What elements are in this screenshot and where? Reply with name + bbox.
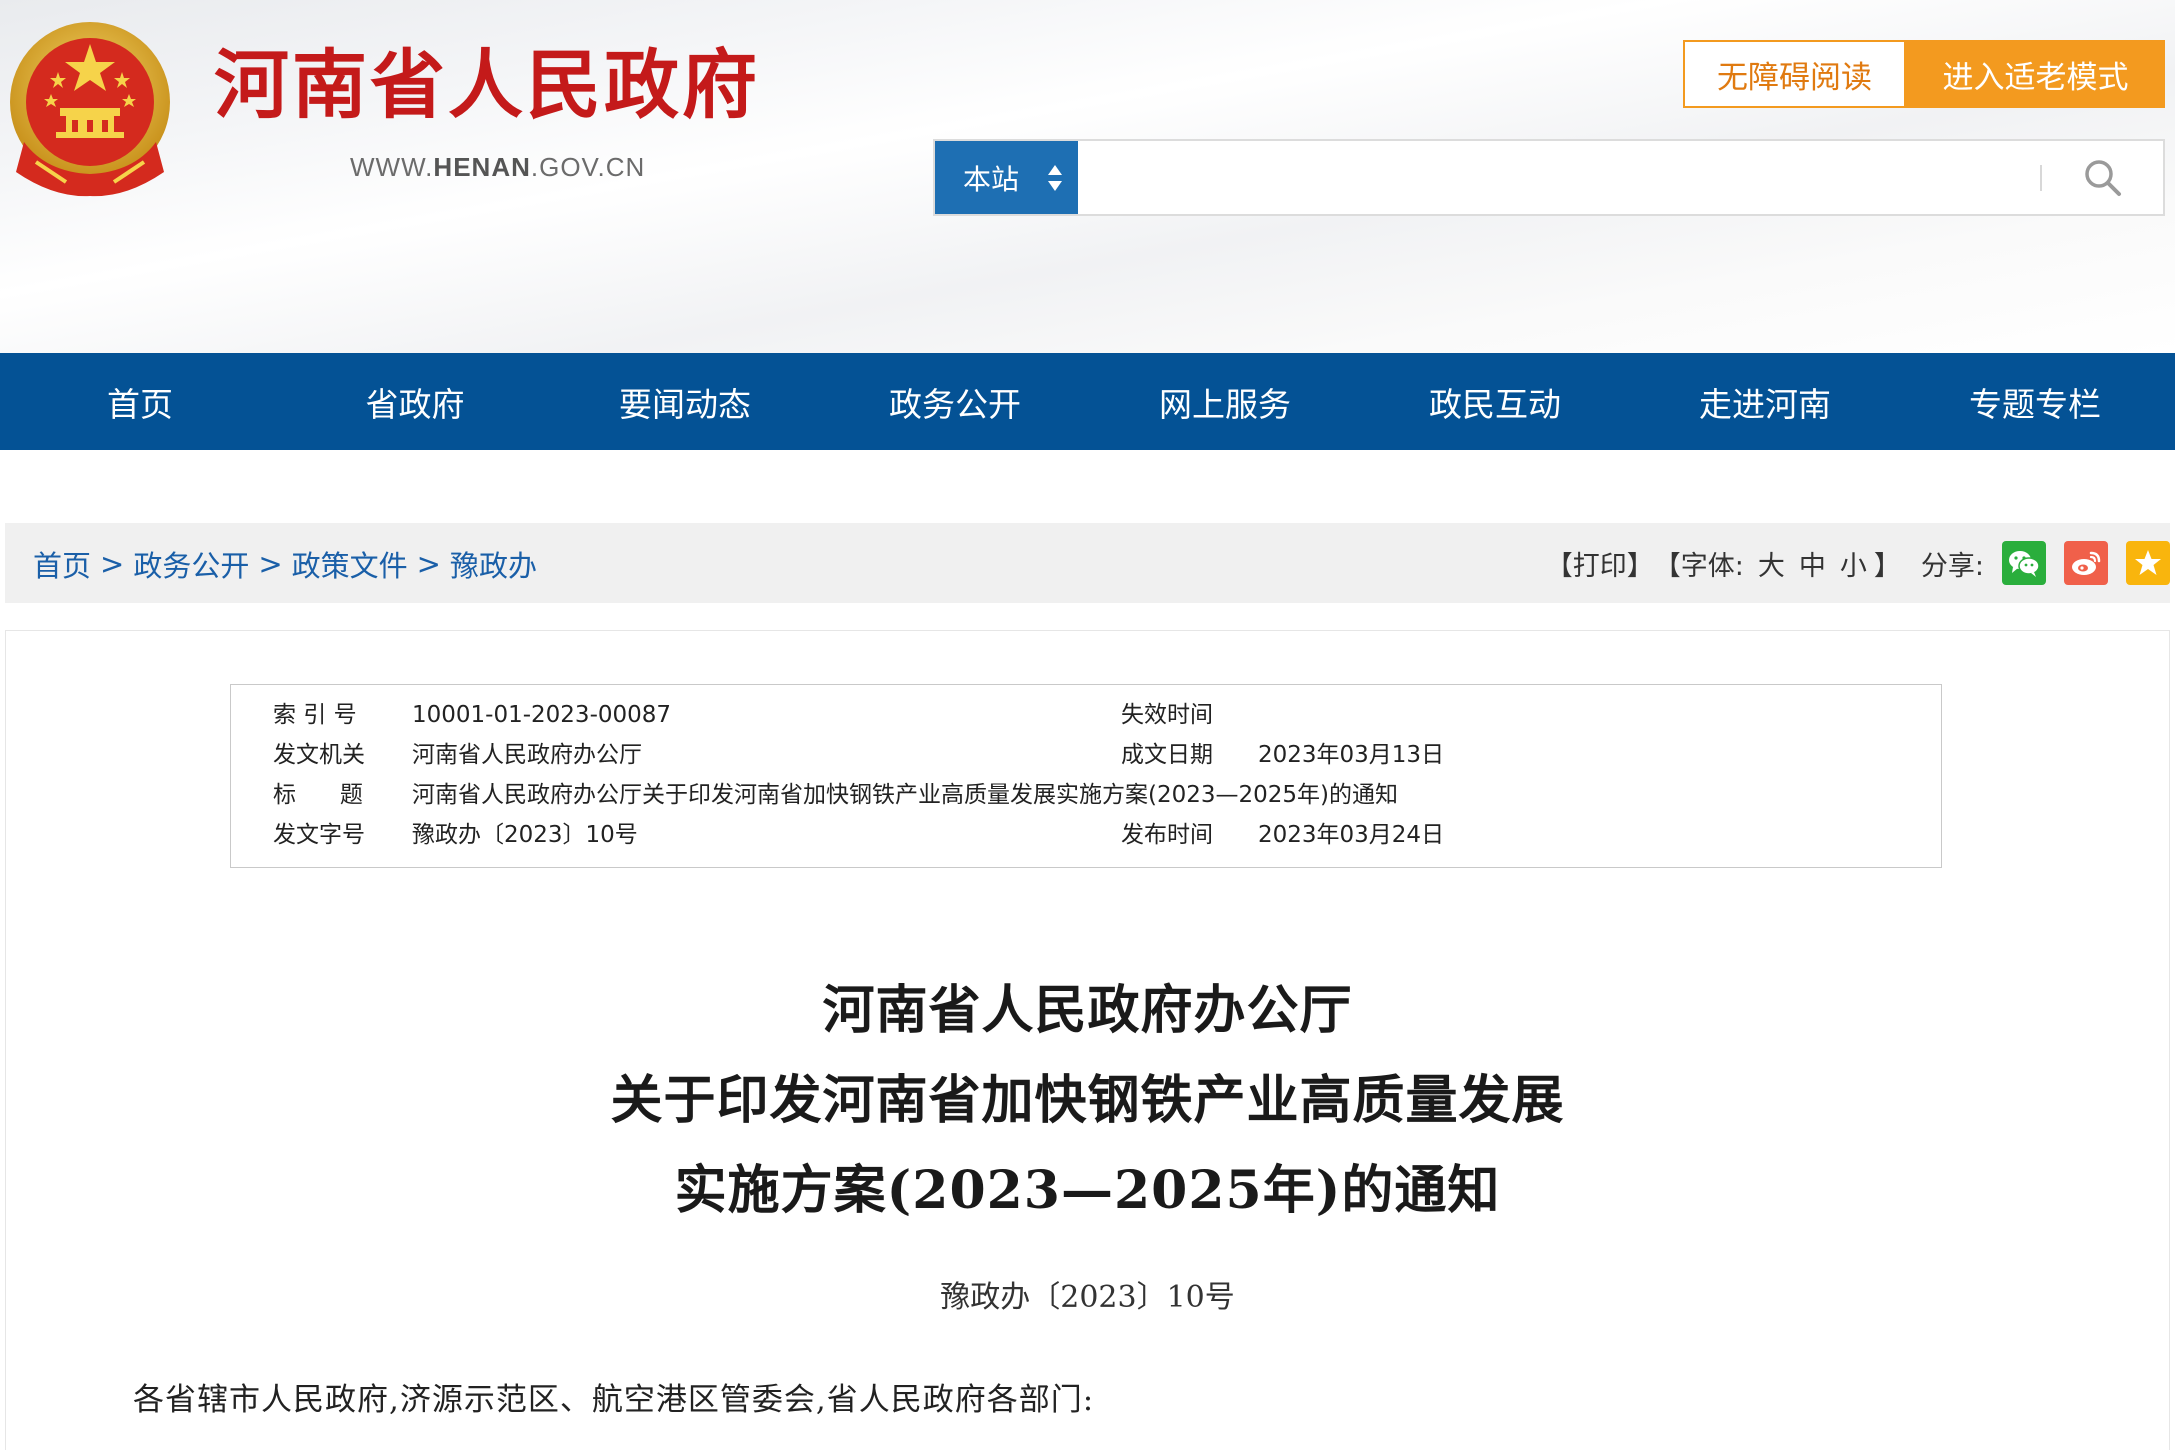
document-title-line-3: 实施方案(2023—2025年)的通知 [674, 1160, 1501, 1221]
index-number-value: 10001-01-2023-00087 [412, 702, 672, 728]
favorite-star-icon[interactable] [2126, 541, 2170, 585]
title-label: 标 题 [273, 782, 363, 808]
share-label: 分享: [1920, 550, 1984, 582]
national-emblem-icon [10, 22, 170, 197]
nav-item-government-affairs[interactable]: 政务公开 [820, 353, 1090, 450]
breadcrumb-separator: > [100, 547, 125, 581]
nav-item-home[interactable]: 首页 [0, 353, 280, 450]
font-size-label: 【字体: [1653, 550, 1744, 582]
title-value: 河南省人民政府办公厅关于印发河南省加快钢铁产业高质量发展实施方案(2023—20… [412, 782, 1399, 808]
written-date-label: 成文日期 [1121, 742, 1213, 768]
accessibility-reading-button[interactable]: 无障碍阅读 [1683, 40, 1906, 108]
breadcrumb-government-affairs[interactable]: 政务公开 [133, 543, 249, 585]
search-box: 本站 [933, 139, 2165, 216]
document-metadata-table: 索 引 号 10001-01-2023-00087 失效时间 发文机关 河南省人… [230, 684, 1942, 868]
nav-item-special-topics[interactable]: 专题专栏 [1900, 353, 2170, 450]
search-icon[interactable] [2080, 155, 2126, 201]
wechat-icon[interactable] [2002, 541, 2046, 585]
document-number-label: 发文字号 [273, 822, 365, 848]
print-button[interactable]: 【打印】 [1546, 544, 1654, 583]
search-divider [2040, 165, 2042, 191]
publish-date-label: 发布时间 [1121, 822, 1213, 848]
main-nav: 首页 省政府 要闻动态 政务公开 网上服务 政民互动 走进河南 专题专栏 [0, 353, 2175, 450]
publish-date-value: 2023年03月24日 [1258, 822, 1445, 848]
site-url-prefix: WWW. [350, 152, 434, 182]
issuer-value: 河南省人民政府办公厅 [412, 742, 642, 768]
breadcrumb-separator: > [258, 547, 283, 581]
written-date-value: 2023年03月13日 [1258, 742, 1445, 768]
page-tools: 【打印】 【字体: 大 中 小 】 分享: [1546, 523, 2170, 603]
font-size-close-bracket: 】 [1873, 550, 1901, 582]
breadcrumb-bar: 首页 > 政务公开 > 政策文件 > 豫政办 【打印】 【字体: 大 中 小 】… [5, 523, 2170, 603]
nav-item-online-services[interactable]: 网上服务 [1090, 353, 1360, 450]
document-number: 豫政办〔2023〕10号 [940, 1280, 1235, 1315]
document-number-value: 豫政办〔2023〕10号 [412, 822, 638, 848]
sort-arrows-icon [1048, 165, 1062, 191]
weibo-icon[interactable] [2064, 541, 2108, 585]
site-header: 河南省人民政府 WWW.HENAN.GOV.CN 无障碍阅读 进入适老模式 本站 [0, 0, 2175, 353]
issuer-label: 发文机关 [273, 742, 365, 768]
breadcrumb-yuzhengban[interactable]: 豫政办 [450, 543, 537, 585]
breadcrumb: 首页 > 政务公开 > 政策文件 > 豫政办 [33, 543, 537, 585]
search-input[interactable] [1085, 147, 1959, 209]
font-size-medium-button[interactable]: 中 [1799, 544, 1826, 583]
nav-item-news[interactable]: 要闻动态 [550, 353, 820, 450]
site-url-domain: HENAN [433, 152, 531, 182]
document-title-line-2: 关于印发河南省加快钢铁产业高质量发展 [610, 1070, 1565, 1131]
search-scope-select[interactable]: 本站 [935, 141, 1078, 214]
nav-item-provincial-government[interactable]: 省政府 [280, 353, 550, 450]
breadcrumb-policy-documents[interactable]: 政策文件 [292, 543, 408, 585]
document-title-line-1: 河南省人民政府办公厅 [822, 980, 1353, 1041]
document-salutation: 各省辖市人民政府,济源示范区、航空港区管委会,省人民政府各部门: [133, 1382, 1095, 1418]
site-url-suffix: .GOV.CN [530, 152, 646, 182]
breadcrumb-home[interactable]: 首页 [33, 543, 91, 585]
nav-item-public-interaction[interactable]: 政民互动 [1360, 353, 1630, 450]
search-scope-label: 本站 [963, 162, 1020, 196]
breadcrumb-separator: > [416, 547, 441, 581]
elder-mode-button[interactable]: 进入适老模式 [1906, 40, 2165, 108]
index-number-label: 索 引 号 [273, 702, 357, 728]
font-size-small-button[interactable]: 小 [1840, 544, 1867, 583]
font-size-large-button[interactable]: 大 [1758, 544, 1785, 583]
site-url: WWW.HENAN.GOV.CN [350, 154, 645, 180]
expiry-date-label: 失效时间 [1121, 702, 1213, 728]
site-title: 河南省人民政府 [214, 41, 761, 129]
nav-item-about-henan[interactable]: 走进河南 [1630, 353, 1900, 450]
